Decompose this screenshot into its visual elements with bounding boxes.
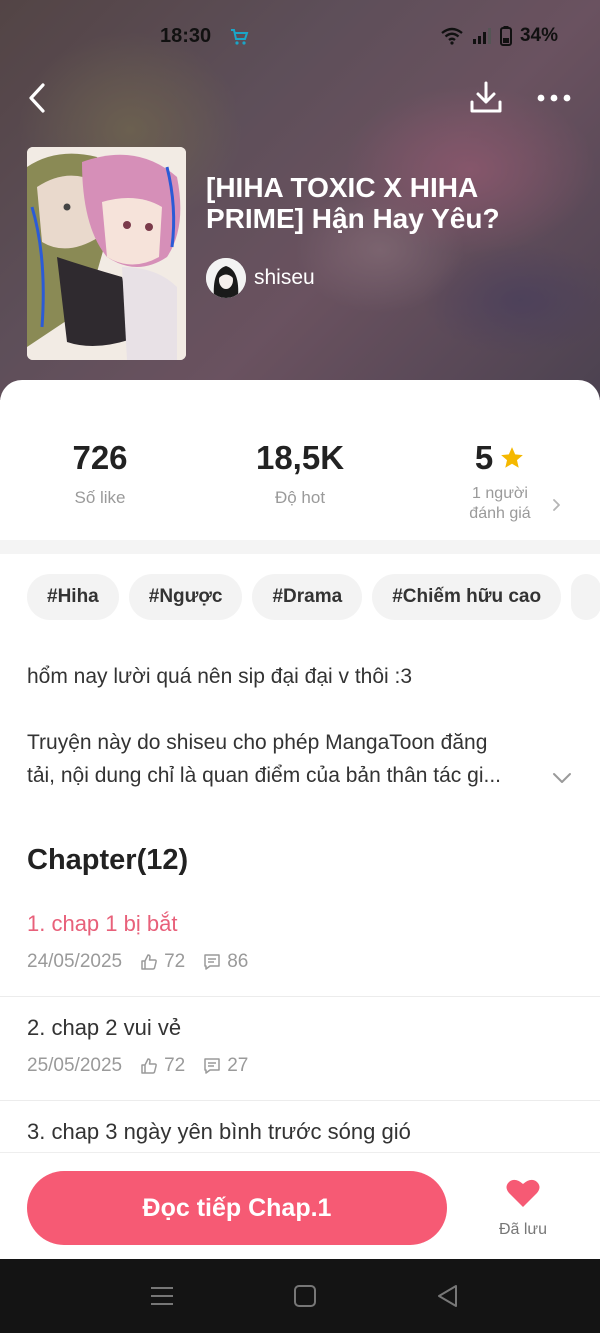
wifi-icon	[441, 27, 463, 45]
description-line: hổm nay lười quá nên sip đại đại v thôi …	[27, 665, 413, 688]
chapter-title: 3. chap 3 ngày yên bình trước sóng gió	[27, 1119, 411, 1144]
saved-button[interactable]: Đã lưu	[490, 1177, 556, 1239]
heart-icon	[506, 1179, 540, 1207]
author-avatar	[206, 258, 246, 298]
bottom-action-bar: Đọc tiếp Chap.1 Đã lưu	[0, 1152, 600, 1259]
chevron-right-icon[interactable]	[550, 498, 564, 512]
tag-chip[interactable]: #Ngược	[128, 574, 243, 620]
likes-stat: 726 Số like	[0, 438, 200, 508]
story-description[interactable]: hổm nay lười quá nên sip đại đại v thôi …	[27, 660, 567, 792]
chapter-date: 24/05/2025	[27, 951, 123, 972]
stats-row: 726 Số like 18,5K Độ hot 5 1 người đánh …	[0, 380, 600, 540]
status-time: 18:30	[160, 25, 212, 47]
tag-chip-partial[interactable]	[571, 574, 600, 620]
hot-label: Độ hot	[274, 488, 326, 507]
status-bar: 18:30 34%	[0, 0, 600, 74]
chapter-row[interactable]: 2. chap 2 vui vẻ 25/05/2025 72 27	[0, 1015, 600, 1119]
rating-value: 5	[474, 439, 494, 476]
story-cover-image[interactable]	[27, 147, 186, 360]
chapter-comments: 27	[227, 1055, 249, 1076]
comment-icon	[204, 954, 220, 970]
star-icon	[501, 447, 524, 468]
system-back-icon[interactable]	[434, 1283, 462, 1309]
chapter-list-header: Chapter(12)	[27, 844, 189, 876]
chapter-row[interactable]: 1. chap 1 bị bắt 24/05/2025 72 86	[0, 911, 600, 1015]
description-line: tải, nội dung chỉ là quan điểm của bản t…	[27, 764, 501, 787]
saved-label: Đã lưu	[498, 1221, 548, 1238]
chapter-meta: 25/05/2025 72 27	[27, 1055, 248, 1077]
author-link[interactable]: shiseu	[206, 258, 315, 298]
battery-icon	[499, 26, 512, 46]
chapter-comments: 86	[227, 951, 249, 972]
row-divider	[0, 996, 600, 997]
tag-chip[interactable]: #Chiếm hữu cao	[372, 574, 562, 620]
recent-apps-icon[interactable]	[148, 1283, 176, 1309]
row-divider	[0, 1100, 600, 1101]
chapter-meta: 24/05/2025 72 86	[27, 951, 248, 973]
chapter-title: 1. chap 1 bị bắt	[27, 911, 178, 936]
system-navigation-bar	[0, 1259, 600, 1333]
home-icon[interactable]	[291, 1283, 319, 1309]
tag-chip[interactable]: #Hiha	[27, 574, 119, 620]
rating-count-label-2: đánh giá	[469, 505, 531, 522]
system-icons: 34%	[440, 25, 558, 47]
continue-reading-button[interactable]: Đọc tiếp Chap.1	[27, 1171, 447, 1245]
likes-count: 726	[72, 439, 128, 476]
section-divider	[0, 540, 600, 554]
chapter-title: 2. chap 2 vui vẻ	[27, 1015, 182, 1040]
author-name: shiseu	[254, 266, 315, 289]
tag-list: #Hiha #Ngược #Drama #Chiếm hữu cao	[27, 574, 600, 622]
like-icon	[141, 954, 157, 970]
more-icon[interactable]	[532, 80, 576, 116]
comment-icon	[204, 1058, 220, 1074]
signal-icon	[472, 28, 491, 44]
shopping-cart-icon	[231, 29, 249, 45]
chapter-likes: 72	[164, 951, 186, 972]
back-icon[interactable]	[18, 78, 58, 118]
download-icon[interactable]	[466, 78, 506, 118]
chapter-likes: 72	[164, 1055, 186, 1076]
chevron-down-icon[interactable]	[552, 772, 572, 784]
likes-label: Số like	[74, 488, 126, 507]
battery-percent: 34%	[519, 25, 558, 46]
description-line: Truyện này do shiseu cho phép MangaToon …	[27, 731, 488, 754]
story-title: [HIHA TOXIC X HIHA PRIME] Hận Hay Yêu?	[206, 172, 500, 234]
like-icon	[141, 1058, 157, 1074]
cover-artwork	[27, 147, 186, 360]
rating-stat[interactable]: 5 1 người đánh giá	[400, 438, 600, 524]
chapter-date: 25/05/2025	[27, 1055, 123, 1076]
hot-count: 18,5K	[255, 439, 345, 476]
hot-stat: 18,5K Độ hot	[200, 438, 400, 508]
rating-count-label: 1 người	[472, 485, 528, 502]
tag-chip[interactable]: #Drama	[252, 574, 363, 620]
